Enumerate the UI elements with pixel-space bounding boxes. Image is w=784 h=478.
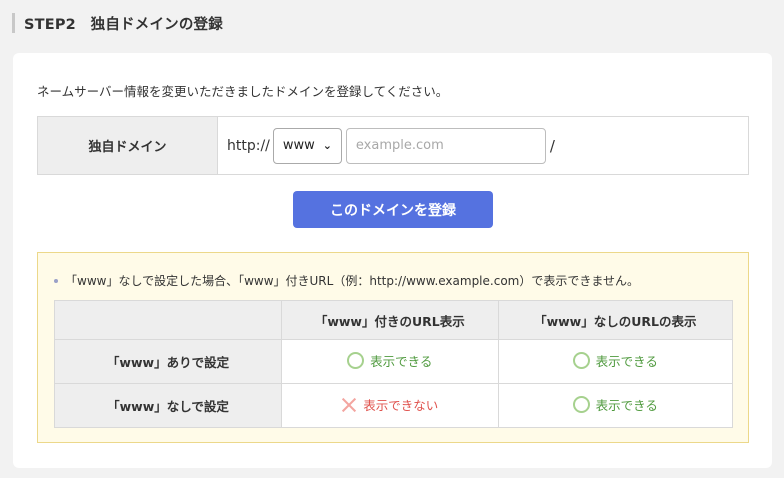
chevron-down-icon: ⌄ bbox=[322, 139, 332, 152]
table-header-with-www: 「www」付きのURL表示 bbox=[281, 300, 499, 340]
slash-text: / bbox=[549, 136, 555, 155]
notice-line: 「www」なしで設定した場合、「www」付きURL（例：http://www.e… bbox=[54, 272, 639, 289]
table-header-row: 「www」付きのURL表示 「www」なしのURLの表示 bbox=[54, 300, 734, 340]
domain-form-row: 独自ドメイン http:// www ⌄ example.com / bbox=[37, 116, 749, 175]
circle-ok-icon bbox=[347, 352, 365, 369]
domain-input-cell: http:// www ⌄ example.com / bbox=[218, 117, 748, 174]
domain-register-card: ネームサーバー情報を変更いただきましたドメインを登録してください。 独自ドメイン… bbox=[13, 53, 772, 468]
domain-input-placeholder: example.com bbox=[355, 138, 444, 153]
www-select-value: www bbox=[282, 138, 315, 153]
register-domain-button[interactable]: このドメインを登録 bbox=[293, 191, 493, 228]
circle-ok-icon bbox=[572, 352, 590, 369]
compare-table: 「www」付きのURL表示 「www」なしのURLの表示 「www」ありで設定 … bbox=[54, 300, 734, 428]
bullet-icon bbox=[54, 278, 58, 283]
domain-input[interactable]: example.com bbox=[345, 127, 546, 164]
table-cell: 表示できる bbox=[497, 339, 734, 384]
status-text: 表示できる bbox=[370, 354, 433, 369]
row-label: 「www」なしで設定 bbox=[54, 383, 282, 428]
circle-ok-icon bbox=[572, 396, 590, 413]
status-text: 表示できる bbox=[595, 354, 658, 369]
status-text: 表示できる bbox=[595, 398, 658, 413]
table-cell: 表示できない bbox=[281, 383, 499, 428]
table-row: 「www」ありで設定 表示できる 表示できる bbox=[54, 339, 734, 384]
table-cell: 表示できる bbox=[281, 339, 499, 384]
step-header: STEP2 独自ドメインの登録 bbox=[12, 11, 223, 35]
protocol-text: http:// bbox=[227, 137, 270, 154]
step-accent-bar bbox=[12, 13, 15, 33]
table-row: 「www」なしで設定 表示できない 表示できる bbox=[54, 383, 734, 428]
domain-label: 独自ドメイン bbox=[38, 117, 218, 174]
notice-box: 「www」なしで設定した場合、「www」付きURL（例：http://www.e… bbox=[37, 252, 749, 443]
table-header-empty bbox=[54, 300, 282, 340]
table-header-without-www: 「www」なしのURLの表示 bbox=[497, 300, 734, 340]
intro-text: ネームサーバー情報を変更いただきましたドメインを登録してください。 bbox=[37, 84, 449, 99]
cross-ng-icon bbox=[341, 397, 357, 413]
step-title: STEP2 独自ドメインの登録 bbox=[24, 16, 223, 33]
www-select[interactable]: www ⌄ bbox=[272, 127, 342, 164]
table-cell: 表示できる bbox=[497, 383, 734, 428]
status-text: 表示できない bbox=[363, 398, 439, 414]
notice-text: 「www」なしで設定した場合、「www」付きURL（例：http://www.e… bbox=[65, 274, 639, 288]
row-label: 「www」ありで設定 bbox=[54, 339, 282, 384]
